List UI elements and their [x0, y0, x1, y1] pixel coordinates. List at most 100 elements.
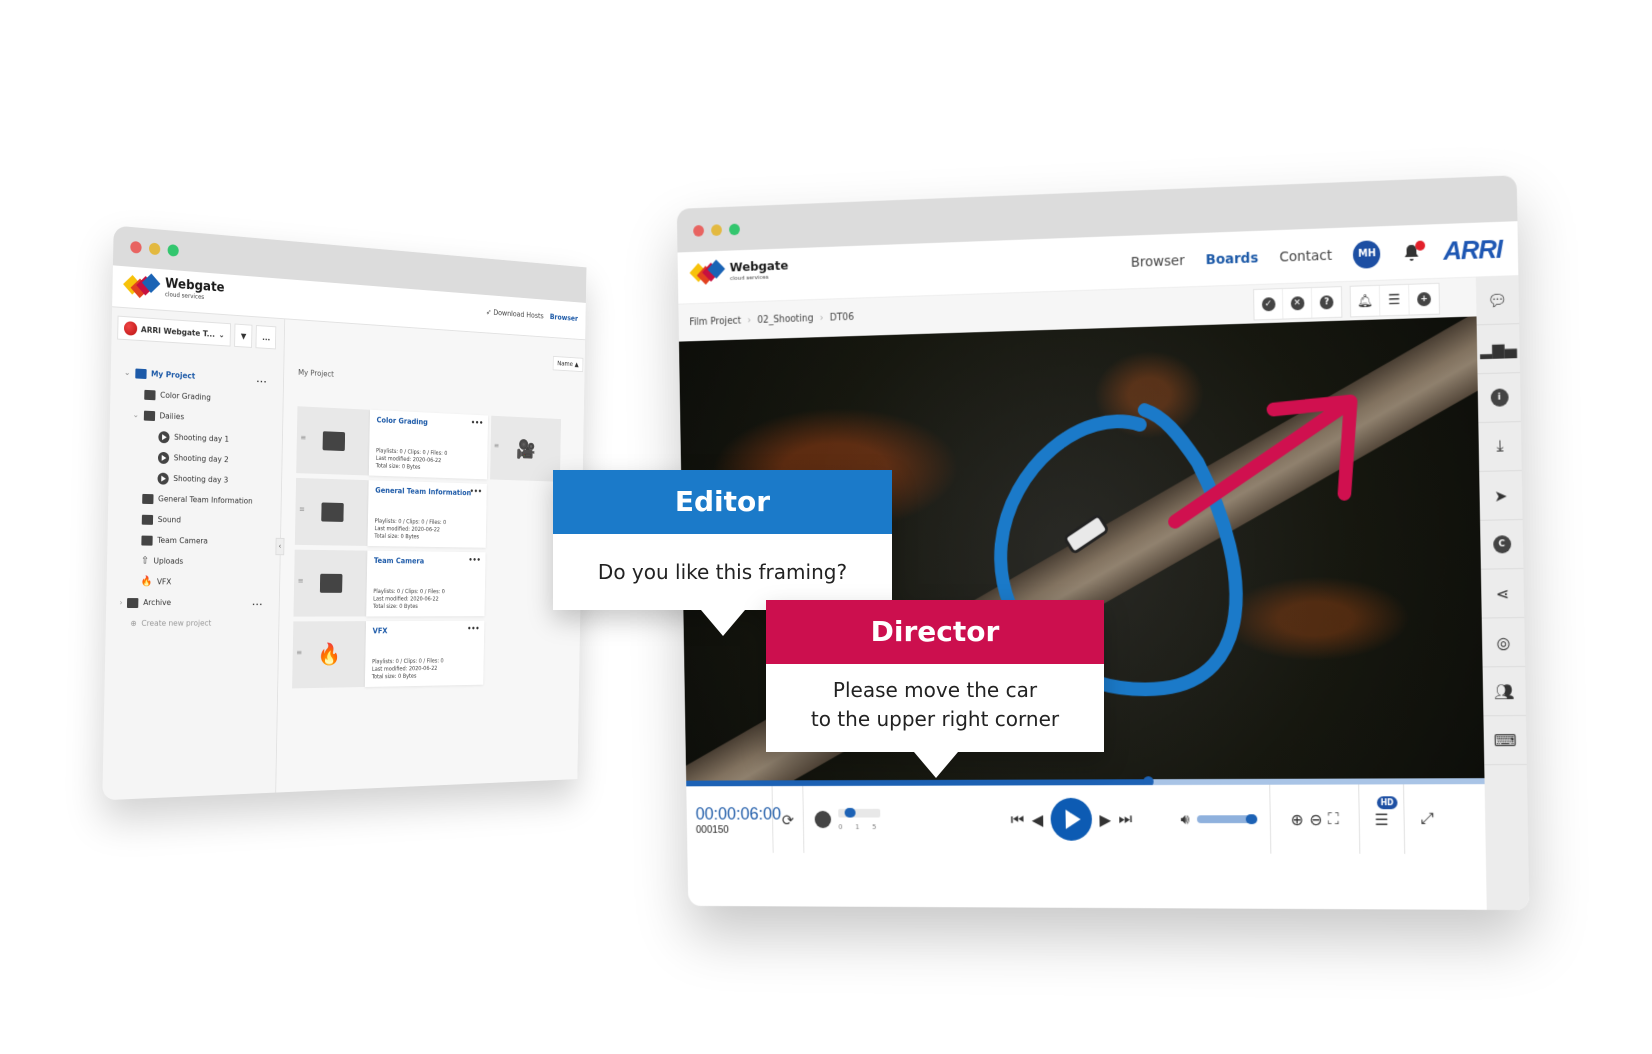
webgate-logo[interactable]: Webgate cloud services: [123, 272, 225, 303]
rail-stats-button[interactable]: ▂▆▄: [1476, 324, 1521, 375]
folder-card[interactable]: ≡ Team Camera ••• Playlists: 0 / Clips: …: [293, 549, 486, 617]
fullscreen-button[interactable]: ⤢: [1404, 784, 1450, 854]
close-window-button[interactable]: [693, 224, 705, 237]
drag-handle-icon[interactable]: ≡: [299, 505, 305, 514]
rail-keyboard-button[interactable]: ⌨: [1483, 716, 1527, 766]
subscribe-button[interactable]: 🔔︎: [1350, 285, 1381, 317]
tree-item-vfx[interactable]: 🔥 VFX: [120, 571, 280, 593]
maximize-window-button[interactable]: [167, 244, 179, 257]
step-back-button[interactable]: ◀: [1032, 810, 1044, 828]
breadcrumb-item[interactable]: Film Project: [689, 316, 741, 328]
nav-browser-link[interactable]: Browser: [550, 313, 578, 323]
timecode: 00:00:06:00: [695, 803, 782, 823]
drag-handle-icon[interactable]: ≡: [298, 576, 304, 585]
copyright-icon: C: [1492, 535, 1511, 554]
user-avatar[interactable]: MH: [1353, 239, 1381, 269]
breadcrumb: Film Project › 02_Shooting › DT06: [689, 312, 854, 328]
rail-share-button[interactable]: ⋖: [1480, 568, 1525, 619]
skip-start-icon: ⏮: [1010, 809, 1025, 829]
rail-info-button[interactable]: i: [1477, 373, 1521, 424]
volume-slider[interactable]: [1197, 814, 1258, 825]
step-forward-button[interactable]: ▶: [1099, 810, 1111, 829]
hd-badge: HD: [1376, 796, 1398, 810]
more-icon[interactable]: ...: [252, 598, 263, 607]
project-tree: ⌄ My Project ... Color Grading ⌄ Dailies…: [106, 347, 284, 634]
speed-slider-handle[interactable]: [844, 807, 856, 818]
drag-handle-icon[interactable]: ≡: [296, 648, 302, 657]
speed-tick: 1: [855, 822, 860, 831]
reject-button[interactable]: ✕: [1282, 288, 1313, 319]
drag-handle-icon[interactable]: ≡: [300, 433, 306, 442]
filter-button[interactable]: ▼: [234, 323, 253, 348]
maximize-window-button[interactable]: [728, 223, 740, 236]
download-hosts-link[interactable]: ➶ Download Hosts: [486, 308, 544, 320]
minimize-window-button[interactable]: [148, 242, 161, 256]
logo-name: Webgate: [729, 258, 789, 276]
more-icon[interactable]: •••: [471, 418, 483, 427]
briefcase-icon: [134, 367, 147, 379]
zoom-out-button[interactable]: ⊖: [1309, 810, 1322, 829]
list-button[interactable]: ☰: [1379, 284, 1410, 316]
volume-icon[interactable]: 🔊︎: [1180, 810, 1189, 828]
close-window-button[interactable]: [130, 240, 142, 254]
more-icon[interactable]: ...: [256, 375, 267, 384]
rail-download-button[interactable]: ⤓: [1478, 422, 1522, 472]
chevron-down-icon: ⌄: [123, 367, 131, 378]
speed-dial-icon: [814, 810, 832, 829]
card-title[interactable]: Team Camera: [374, 556, 479, 566]
notification-badge: [1415, 240, 1426, 251]
card-title[interactable]: General Team Information: [375, 486, 480, 497]
nav-boards[interactable]: Boards: [1205, 250, 1258, 268]
speed-slider[interactable]: [838, 807, 881, 818]
rail-send-button[interactable]: ➤: [1479, 471, 1523, 521]
approve-button[interactable]: ✓: [1254, 289, 1284, 320]
speed-tick: 0: [838, 822, 843, 831]
webgate-logo[interactable]: Webgate cloud services: [689, 258, 789, 285]
more-icon[interactable]: •••: [470, 487, 482, 496]
play-button[interactable]: [1050, 797, 1093, 841]
minimize-window-button[interactable]: [711, 224, 722, 237]
quality-button[interactable]: ☰ HD: [1359, 784, 1406, 854]
folder-card[interactable]: ≡ Color Grading ••• Playlists: 0 / Clips…: [296, 406, 489, 480]
image-folder-icon: [322, 431, 345, 452]
rail-support-button[interactable]: ◎: [1481, 617, 1526, 668]
help-button[interactable]: ?: [1312, 287, 1342, 318]
volume-slider-handle[interactable]: [1245, 814, 1258, 825]
workspace-select[interactable]: ARRI Webgate T... ⌄: [117, 315, 232, 347]
project-sidebar: ARRI Webgate T... ⌄ ▼ ... ⌄ My Project .…: [102, 307, 286, 801]
sidebar-more-button[interactable]: ...: [255, 325, 277, 350]
fit-to-screen-button[interactable]: ⛶: [1328, 809, 1339, 829]
loop-button[interactable]: ⟳: [772, 786, 805, 853]
folder-card[interactable]: ≡ General Team Information ••• Playlists…: [294, 477, 487, 548]
collapse-sidebar-handle[interactable]: ‹: [275, 537, 285, 556]
more-icon[interactable]: •••: [467, 624, 479, 632]
breadcrumb: My Project: [298, 368, 334, 379]
tree-item-team-camera[interactable]: Team Camera: [121, 529, 281, 552]
question-icon: ?: [1319, 295, 1334, 310]
video-folder-icon: [141, 535, 153, 546]
folder-card[interactable]: ≡ 🔥 VFX ••• Playlists: 0 / Clips: 0 / Fil…: [292, 620, 485, 689]
card-title[interactable]: Color Grading: [376, 416, 481, 429]
rail-comments-button[interactable]: 💬︎: [1475, 275, 1520, 326]
drag-handle-icon[interactable]: ≡: [494, 441, 499, 449]
notifications-button[interactable]: [1402, 240, 1426, 263]
card-title[interactable]: VFX: [373, 626, 478, 636]
tree-item-archive[interactable]: › Archive ...: [119, 592, 279, 613]
zoom-in-button[interactable]: ⊕: [1290, 810, 1303, 829]
comment-text-line: to the upper right corner: [810, 707, 1060, 731]
folder-card[interactable]: ≡ 🎥: [490, 415, 562, 482]
rail-copyright-button[interactable]: C: [1480, 520, 1524, 570]
skip-to-start-button[interactable]: ⏮: [1011, 810, 1025, 829]
folder-icon: [320, 502, 344, 522]
rail-users-button[interactable]: 👥︎: [1482, 666, 1527, 717]
tree-item-uploads[interactable]: ⇧ Uploads: [120, 550, 280, 572]
sort-select[interactable]: Name ▲: [552, 355, 584, 373]
skip-to-end-button[interactable]: ⏭: [1118, 810, 1132, 830]
tree-item-sound[interactable]: Sound: [121, 508, 281, 532]
more-icon[interactable]: •••: [468, 556, 480, 564]
breadcrumb-item[interactable]: 02_Shooting: [757, 313, 813, 325]
create-project-button[interactable]: ⊕ Create new project: [119, 613, 279, 634]
nav-browser[interactable]: Browser: [1131, 253, 1185, 271]
nav-contact[interactable]: Contact: [1279, 247, 1332, 265]
add-button[interactable]: +: [1409, 284, 1439, 315]
